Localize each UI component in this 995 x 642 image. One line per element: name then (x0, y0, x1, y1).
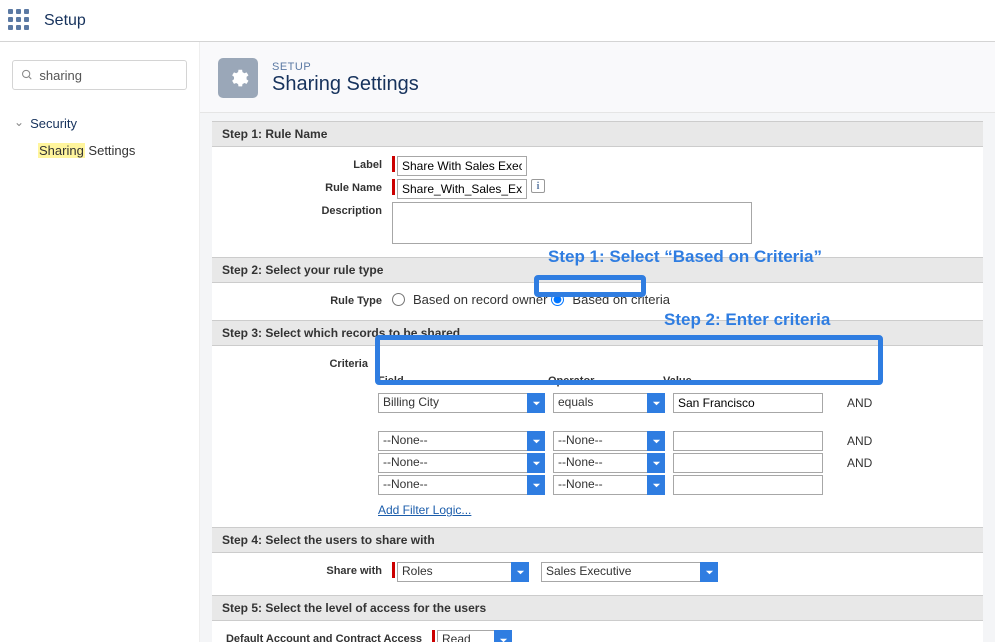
annotation-text-1: Step 1: Select “Based on Criteria” (548, 247, 822, 267)
criteria-field-value: Billing City (378, 393, 528, 413)
radio-owner[interactable]: Based on record owner (392, 292, 547, 307)
page-title: Sharing Settings (272, 73, 419, 96)
required-marker (432, 630, 435, 642)
criteria-field-select[interactable]: --None-- (378, 475, 545, 495)
page-eyebrow: SETUP (272, 61, 419, 73)
rulename-label: Rule Name (222, 179, 392, 194)
criteria-row: --None-- --None-- (378, 475, 973, 495)
description-label: Description (222, 202, 392, 217)
sidebar: Security Sharing Settings (0, 42, 200, 642)
label-label: Label (222, 156, 392, 171)
chevron-down-icon (700, 562, 718, 582)
step3-title: Step 3: Select which records to be share… (212, 320, 983, 346)
criteria-operator-select[interactable]: --None-- (553, 431, 665, 451)
search-icon (21, 68, 33, 82)
chevron-down-icon (527, 431, 545, 451)
criteria-row: Billing City equals AND (378, 393, 973, 413)
sharewith-target-value: Sales Executive (541, 562, 701, 582)
radio-criteria-label: Based on criteria (572, 292, 670, 307)
sharewith-category-value: Roles (397, 562, 512, 582)
criteria-field-value: --None-- (378, 453, 528, 473)
criteria-field-value: --None-- (378, 475, 528, 495)
chevron-down-icon (647, 393, 665, 413)
col-operator: Operator (548, 375, 663, 387)
add-filter-logic-link[interactable]: Add Filter Logic... (378, 503, 471, 517)
criteria-operator-value: --None-- (553, 453, 648, 473)
quick-find-wrapper[interactable] (12, 60, 187, 90)
chevron-down-icon (647, 475, 665, 495)
criteria-field-value: --None-- (378, 431, 528, 451)
criteria-field-select[interactable]: --None-- (378, 453, 545, 473)
criteria-field-select[interactable]: --None-- (378, 431, 545, 451)
nav-item-highlight: Sharing (38, 143, 85, 158)
criteria-field-select[interactable]: Billing City (378, 393, 545, 413)
criteria-label: Criteria (222, 355, 378, 370)
annotation-text-2: Step 2: Enter criteria (664, 310, 830, 330)
sharewith-label: Share with (222, 562, 392, 577)
criteria-value-input[interactable] (673, 431, 823, 451)
criteria-operator-value: equals (553, 393, 648, 413)
chevron-down-icon (527, 453, 545, 473)
ruletype-label: Rule Type (222, 292, 392, 307)
main-content: SETUP Sharing Settings Step 1: Rule Name… (200, 42, 995, 642)
col-value: Value (663, 375, 813, 387)
criteria-operator-select[interactable]: --None-- (553, 453, 665, 473)
gear-icon (218, 58, 258, 98)
radio-criteria[interactable]: Based on criteria (551, 292, 670, 307)
sharewith-target-select[interactable]: Sales Executive (541, 562, 718, 582)
description-input[interactable] (392, 202, 752, 244)
info-icon[interactable]: i (531, 179, 545, 193)
acct-access-label: Default Account and Contract Access (222, 630, 432, 642)
chevron-down-icon (511, 562, 529, 582)
chevron-down-icon (494, 630, 512, 642)
criteria-operator-value: --None-- (553, 431, 648, 451)
radio-owner-input[interactable] (392, 293, 405, 306)
quick-find-input[interactable] (39, 68, 178, 83)
criteria-row: --None-- --None-- AND (378, 453, 973, 473)
required-marker (392, 156, 395, 172)
criteria-and-label: AND (847, 456, 872, 470)
chevron-down-icon (527, 393, 545, 413)
criteria-operator-select[interactable]: equals (553, 393, 665, 413)
acct-access-select[interactable]: Read Only (437, 630, 512, 642)
step1-title: Step 1: Rule Name (212, 121, 983, 147)
rulename-input[interactable] (397, 179, 527, 199)
page-header: SETUP Sharing Settings (200, 42, 995, 113)
acct-access-value: Read Only (437, 630, 495, 642)
nav-section-security[interactable]: Security (12, 110, 187, 137)
criteria-row: --None-- --None-- AND (378, 431, 973, 451)
radio-criteria-input[interactable] (551, 293, 564, 306)
criteria-operator-value: --None-- (553, 475, 648, 495)
chevron-down-icon (647, 431, 665, 451)
radio-owner-label: Based on record owner (413, 292, 547, 307)
criteria-value-input[interactable] (673, 393, 823, 413)
top-bar: Setup (0, 0, 995, 42)
step4-title: Step 4: Select the users to share with (212, 527, 983, 553)
label-input[interactable] (397, 156, 527, 176)
criteria-and-label: AND (847, 434, 872, 448)
sharewith-category-select[interactable]: Roles (397, 562, 529, 582)
criteria-and-label: AND (847, 396, 872, 410)
required-marker (392, 179, 395, 195)
app-launcher-icon[interactable] (8, 9, 32, 33)
criteria-value-input[interactable] (673, 453, 823, 473)
criteria-operator-select[interactable]: --None-- (553, 475, 665, 495)
app-title: Setup (44, 12, 86, 30)
col-field: Field (378, 375, 548, 387)
required-marker (392, 562, 395, 578)
chevron-down-icon (527, 475, 545, 495)
step5-title: Step 5: Select the level of access for t… (212, 595, 983, 621)
chevron-down-icon (647, 453, 665, 473)
nav-item-sharing-settings[interactable]: Sharing Settings (12, 137, 187, 164)
criteria-value-input[interactable] (673, 475, 823, 495)
